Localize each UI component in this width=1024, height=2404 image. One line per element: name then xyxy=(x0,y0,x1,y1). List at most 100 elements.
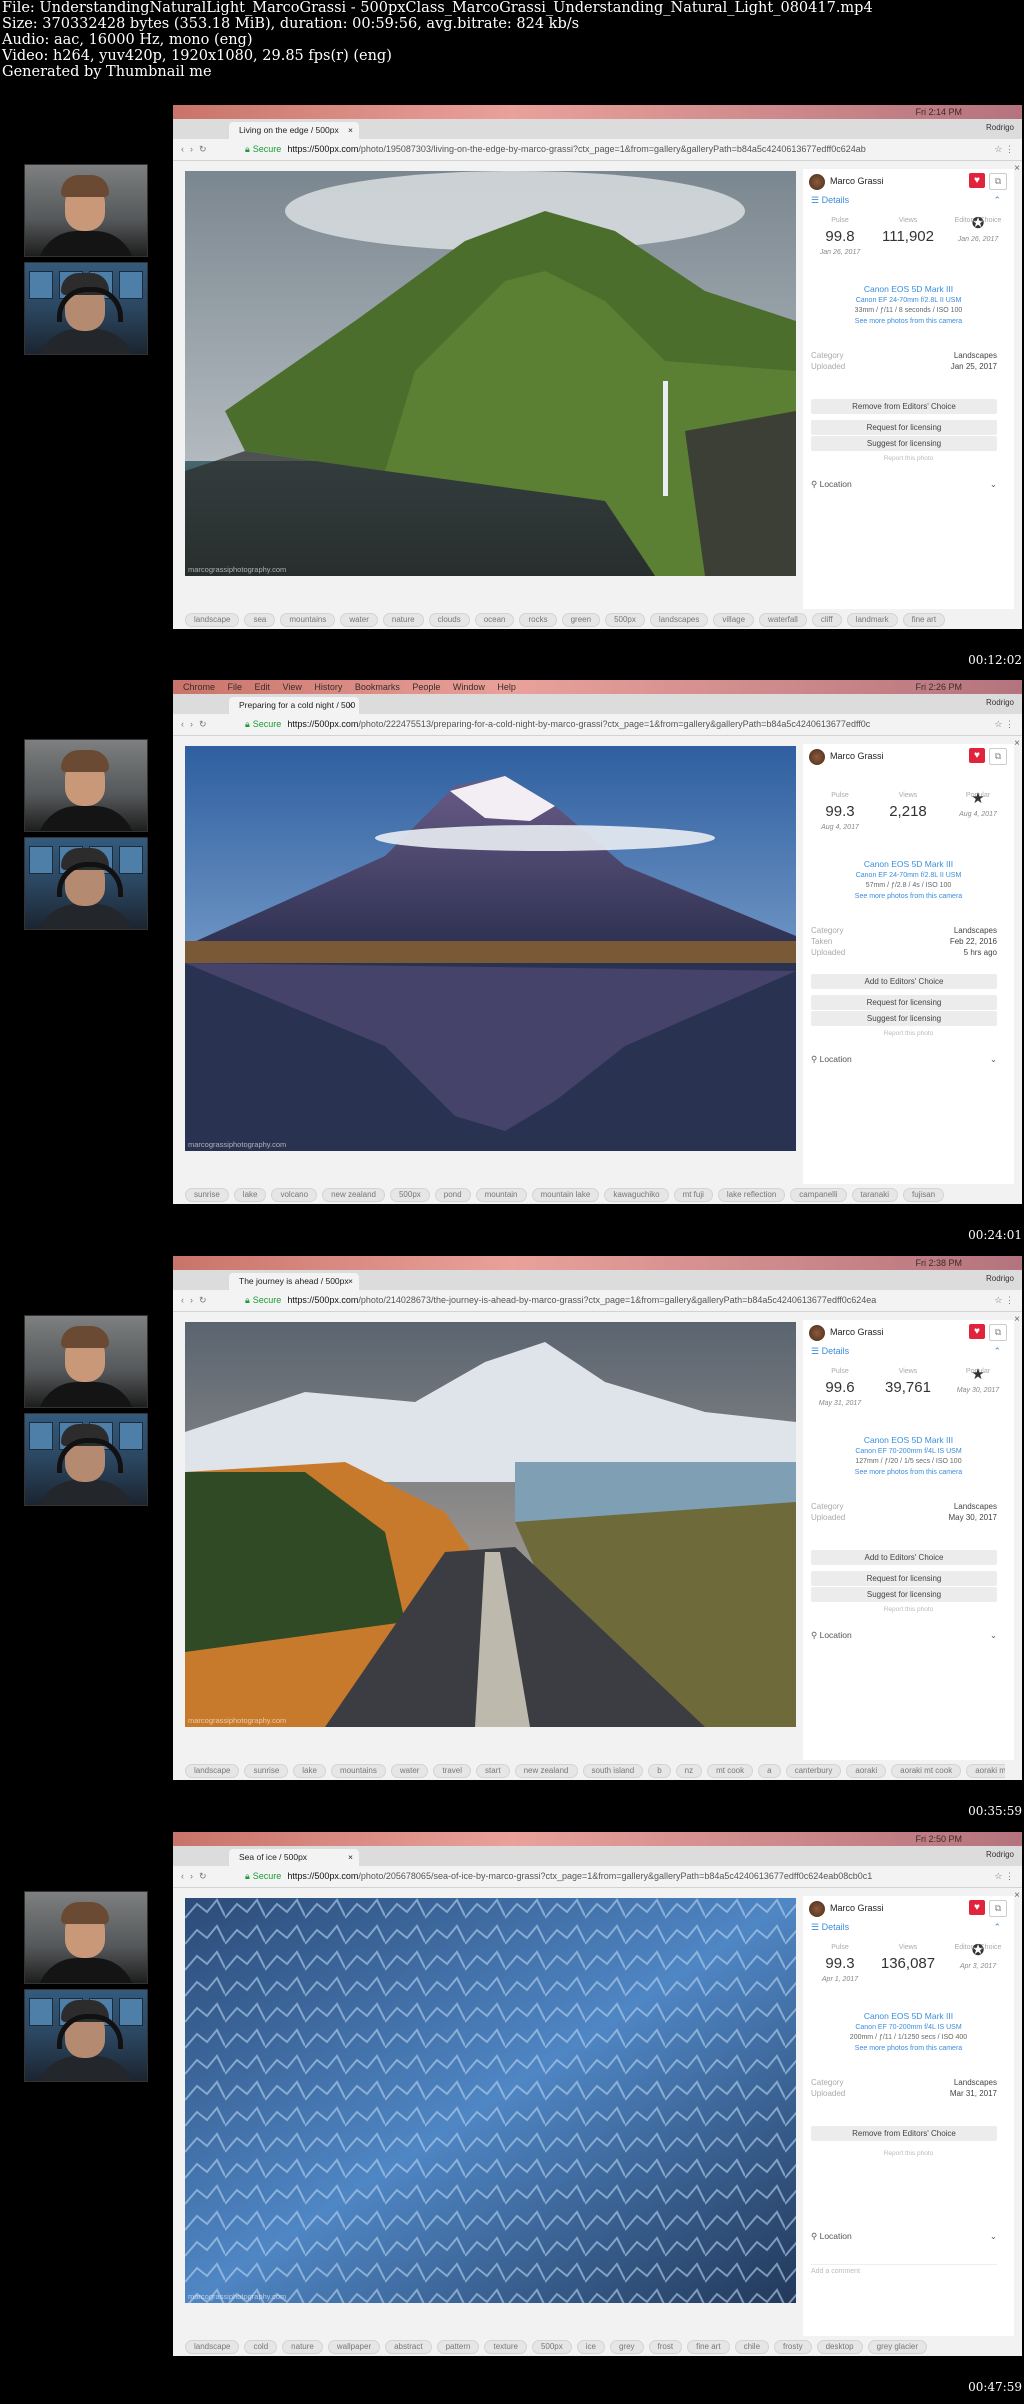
location-section[interactable]: ⚲ Location ⌄ xyxy=(811,2231,997,2242)
sidebar-action-button[interactable]: Add to Editors' Choice xyxy=(811,974,997,989)
bookmark-star-icon[interactable]: ☆ ⋮ xyxy=(994,1866,1014,1887)
camera-model-link[interactable]: Canon EOS 5D Mark III xyxy=(803,2011,1014,2021)
tag-chip[interactable]: nz xyxy=(675,1764,703,1778)
author-name[interactable]: Marco Grassi xyxy=(830,176,884,186)
author-name[interactable]: Marco Grassi xyxy=(830,1327,884,1337)
bookmark-star-icon[interactable]: ☆ ⋮ xyxy=(994,139,1014,160)
tag-chip[interactable]: texture xyxy=(484,2340,527,2354)
profile-name[interactable]: Rodrigo xyxy=(986,698,1014,707)
close-tab-icon[interactable]: × xyxy=(348,1849,353,1866)
camera-model-link[interactable]: Canon EOS 5D Mark III xyxy=(803,1435,1014,1445)
tag-chip[interactable]: canterbury xyxy=(785,1764,842,1778)
tag-chip[interactable]: south island xyxy=(582,1764,644,1778)
sidebar-action-button[interactable]: Suggest for licensing xyxy=(811,1587,997,1602)
tag-chip[interactable]: lake xyxy=(233,1188,267,1202)
tag-chip[interactable]: aoraki mt cook xyxy=(891,1764,962,1778)
report-photo-link[interactable]: Report this photo xyxy=(803,2150,1014,2157)
tag-chip[interactable]: nature xyxy=(382,613,424,627)
more-photos-link[interactable]: See more photos from this camera xyxy=(803,893,1014,900)
tag-chip[interactable]: landscapes xyxy=(649,613,709,627)
more-photos-link[interactable]: See more photos from this camera xyxy=(803,318,1014,325)
tag-chip[interactable]: ice xyxy=(576,2340,605,2354)
profile-name[interactable]: Rodrigo xyxy=(986,123,1014,132)
tag-chip[interactable]: rocks xyxy=(519,613,557,627)
tag-chip[interactable]: sunrise xyxy=(185,1188,229,1202)
close-overlay-icon[interactable]: × xyxy=(1014,163,1020,174)
details-toggle[interactable]: ☰ Details ⌃ xyxy=(811,195,1001,206)
tag-chip[interactable]: landscape xyxy=(185,2340,240,2354)
lens-link[interactable]: Canon EF 70-200mm f/4L IS USM xyxy=(803,1448,1014,1455)
tag-chip[interactable]: pattern xyxy=(436,2340,480,2354)
tag-chip[interactable]: 500px xyxy=(531,2340,572,2354)
browser-tab[interactable]: Preparing for a cold night / 500 × xyxy=(229,697,359,714)
tag-chip[interactable]: cliff xyxy=(811,613,842,627)
bookmark-star-icon[interactable]: ☆ ⋮ xyxy=(994,1290,1014,1311)
details-toggle[interactable]: ☰ Details ⌃ xyxy=(811,1922,1001,1933)
browser-tab[interactable]: Living on the edge / 500px × xyxy=(229,122,359,139)
tag-chip[interactable]: a xyxy=(758,1764,781,1778)
tag-chip[interactable]: aoraki mt xyxy=(966,1764,1005,1778)
close-tab-icon[interactable]: × xyxy=(348,122,353,139)
url-field[interactable]: 🔒︎ Secure https://500px.com/photo/21402867… xyxy=(245,1290,962,1311)
profile-name[interactable]: Rodrigo xyxy=(986,1850,1014,1859)
sidebar-action-button[interactable]: Add to Editors' Choice xyxy=(811,1550,997,1565)
tag-chip[interactable]: aoraki xyxy=(846,1764,887,1778)
details-toggle[interactable]: ☰ Details ⌃ xyxy=(811,1346,1001,1357)
like-heart-icon[interactable]: ♥ xyxy=(969,1900,985,1915)
photo-image[interactable]: marcograssiphotography.com xyxy=(185,746,796,1151)
url-field[interactable]: 🔒︎ Secure https://500px.com/photo/19508730… xyxy=(245,139,962,160)
tag-chip[interactable]: landmark xyxy=(846,613,898,627)
tag-chip[interactable]: 500px xyxy=(605,613,645,627)
avatar[interactable] xyxy=(809,173,825,190)
close-overlay-icon[interactable]: × xyxy=(1014,1890,1020,1901)
sidebar-action-button[interactable]: Remove from Editors' Choice xyxy=(811,2126,997,2141)
nav-buttons[interactable]: ‹›↻ xyxy=(181,714,213,735)
report-photo-link[interactable]: Report this photo xyxy=(803,1030,1014,1037)
like-heart-icon[interactable]: ♥ xyxy=(969,1324,985,1339)
more-photos-link[interactable]: See more photos from this camera xyxy=(803,1469,1014,1476)
tag-chip[interactable]: mountain lake xyxy=(531,1188,600,1202)
lens-link[interactable]: Canon EF 70-200mm f/4L IS USM xyxy=(803,2024,1014,2031)
nav-buttons[interactable]: ‹›↻ xyxy=(181,139,213,160)
browser-tab[interactable]: Sea of ice / 500px × xyxy=(229,1849,359,1866)
tag-chip[interactable]: village xyxy=(713,613,755,627)
tag-chip[interactable]: fine art xyxy=(902,613,946,627)
add-to-gallery-icon[interactable]: ⧉ xyxy=(989,748,1007,765)
tag-chip[interactable]: fujisan xyxy=(902,1188,945,1202)
photo-image[interactable]: marcograssiphotography.com xyxy=(185,1322,796,1727)
close-overlay-icon[interactable]: × xyxy=(1014,1314,1020,1325)
tag-chip[interactable]: pond xyxy=(434,1188,471,1202)
url-field[interactable]: 🔒︎ Secure https://500px.com/photo/20567806… xyxy=(245,1866,962,1887)
location-section[interactable]: ⚲ Location ⌄ xyxy=(811,1054,997,1065)
lens-link[interactable]: Canon EF 24-70mm f/2.8L II USM xyxy=(803,297,1014,304)
tag-chip[interactable]: travel xyxy=(433,1764,472,1778)
tag-chip[interactable]: kawaguchiko xyxy=(604,1188,669,1202)
tag-chip[interactable]: sea xyxy=(244,613,276,627)
tag-chip[interactable]: ocean xyxy=(474,613,515,627)
author[interactable]: Marco Grassi xyxy=(809,1900,884,1917)
tag-chip[interactable]: taranaki xyxy=(851,1188,898,1202)
author[interactable]: Marco Grassi xyxy=(809,1324,884,1341)
profile-name[interactable]: Rodrigo xyxy=(986,1274,1014,1283)
author[interactable]: Marco Grassi xyxy=(809,173,884,190)
tag-chip[interactable]: nature xyxy=(282,2340,323,2354)
tag-chip[interactable]: cold xyxy=(244,2340,278,2354)
tag-chip[interactable]: chile xyxy=(734,2340,770,2354)
report-photo-link[interactable]: Report this photo xyxy=(803,455,1014,462)
tag-chip[interactable]: new zealand xyxy=(514,1764,578,1778)
avatar[interactable] xyxy=(809,748,825,765)
close-tab-icon[interactable]: × xyxy=(348,1273,353,1290)
author-name[interactable]: Marco Grassi xyxy=(830,1903,884,1913)
app-menu[interactable]: Chrome File Edit View History Bookmarks … xyxy=(183,680,516,694)
tag-chip[interactable]: 500px xyxy=(389,1188,430,1202)
tag-chip[interactable]: clouds xyxy=(428,613,470,627)
sidebar-action-button[interactable]: Request for licensing xyxy=(811,420,997,435)
report-photo-link[interactable]: Report this photo xyxy=(803,1606,1014,1613)
sidebar-action-button[interactable]: Suggest for licensing xyxy=(811,1011,997,1026)
add-to-gallery-icon[interactable]: ⧉ xyxy=(989,1900,1007,1917)
camera-model-link[interactable]: Canon EOS 5D Mark III xyxy=(803,284,1014,294)
tag-chip[interactable]: frosty xyxy=(774,2340,812,2354)
url-field[interactable]: 🔒︎ Secure https://500px.com/photo/22247551… xyxy=(245,714,962,735)
nav-buttons[interactable]: ‹›↻ xyxy=(181,1866,213,1887)
author[interactable]: Marco Grassi xyxy=(809,748,884,765)
